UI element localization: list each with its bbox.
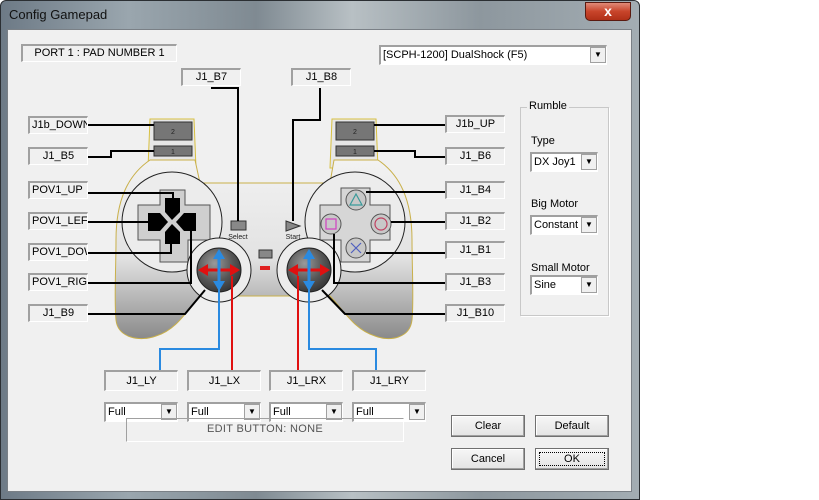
small-motor-label: Small Motor — [531, 262, 590, 274]
big-motor-label: Big Motor — [531, 198, 579, 210]
start-mapping[interactable]: J1_B8 — [291, 68, 351, 86]
dpad-left-mapping[interactable]: POV1_LEFT — [28, 212, 88, 230]
rumble-type-value: DX Joy1 — [534, 156, 576, 168]
select-mapping[interactable]: J1_B7 — [181, 68, 241, 86]
axis-ly-mode-value: Full — [108, 406, 126, 418]
big-motor-value: Constant — [534, 219, 579, 231]
l1-text: 1 — [171, 149, 175, 156]
default-button[interactable]: Default — [535, 415, 609, 437]
cancel-button[interactable]: Cancel — [451, 448, 525, 470]
chevron-down-icon[interactable]: ▼ — [581, 277, 597, 293]
pad-type-select[interactable]: [SCPH-1200] DualShock (F5) ▼ — [379, 45, 607, 65]
analog-button — [258, 249, 273, 259]
axis-lry-mapping[interactable]: J1_LRY — [352, 370, 426, 391]
axis-lx-mode-value: Full — [191, 406, 209, 418]
rumble-type-label: Type — [531, 135, 555, 147]
axis-lrx-mode-value: Full — [273, 406, 291, 418]
big-motor-select[interactable]: Constant ▼ — [530, 215, 598, 235]
circle-mapping[interactable]: J1_B2 — [445, 212, 505, 230]
r1-text: 1 — [353, 149, 357, 156]
ok-button[interactable]: OK — [535, 448, 609, 470]
port-label: PORT 1 : PAD NUMBER 1 — [21, 44, 177, 62]
r2-mapping[interactable]: J1b_UP — [445, 115, 505, 133]
edit-status: EDIT BUTTON: NONE — [126, 418, 404, 442]
chevron-down-icon[interactable]: ▼ — [590, 47, 606, 63]
circle-button — [370, 213, 392, 235]
square-mapping[interactable]: J1_B3 — [445, 273, 505, 291]
analog-led — [260, 266, 270, 270]
pad-type-value: [SCPH-1200] DualShock (F5) — [383, 49, 528, 61]
chevron-down-icon[interactable]: ▼ — [581, 217, 597, 233]
chevron-down-icon[interactable]: ▼ — [409, 404, 425, 420]
r2-text: 2 — [353, 129, 357, 136]
cross-mapping[interactable]: J1_B1 — [445, 241, 505, 259]
chevron-down-icon[interactable]: ▼ — [581, 154, 597, 170]
l2-text: 2 — [171, 129, 175, 136]
l3-mapping[interactable]: J1_B9 — [28, 304, 88, 322]
r1-mapping[interactable]: J1_B6 — [445, 147, 505, 165]
l1-mapping[interactable]: J1_B5 — [28, 147, 88, 165]
rumble-type-select[interactable]: DX Joy1 ▼ — [530, 152, 598, 172]
dpad-right-mapping[interactable]: POV1_RIGHT — [28, 273, 88, 291]
rumble-title: Rumble — [527, 100, 569, 112]
r3-mapping[interactable]: J1_B10 — [445, 304, 505, 322]
dpad-up-mapping[interactable]: POV1_UP — [28, 181, 88, 199]
small-motor-select[interactable]: Sine ▼ — [530, 275, 598, 295]
axis-ly-mapping[interactable]: J1_LY — [104, 370, 178, 391]
axis-lx-mapping[interactable]: J1_LX — [187, 370, 261, 391]
axis-lrx-mapping[interactable]: J1_LRX — [269, 370, 343, 391]
select-button — [230, 220, 247, 231]
dpad-down-mapping[interactable]: POV1_DOWN — [28, 243, 88, 261]
small-motor-value: Sine — [534, 279, 557, 291]
square-button — [320, 213, 342, 235]
triangle-mapping[interactable]: J1_B4 — [445, 181, 505, 199]
axis-lry-mode-value: Full — [356, 406, 374, 418]
l2-mapping[interactable]: J1b_DOWN — [28, 116, 88, 134]
clear-button[interactable]: Clear — [451, 415, 525, 437]
